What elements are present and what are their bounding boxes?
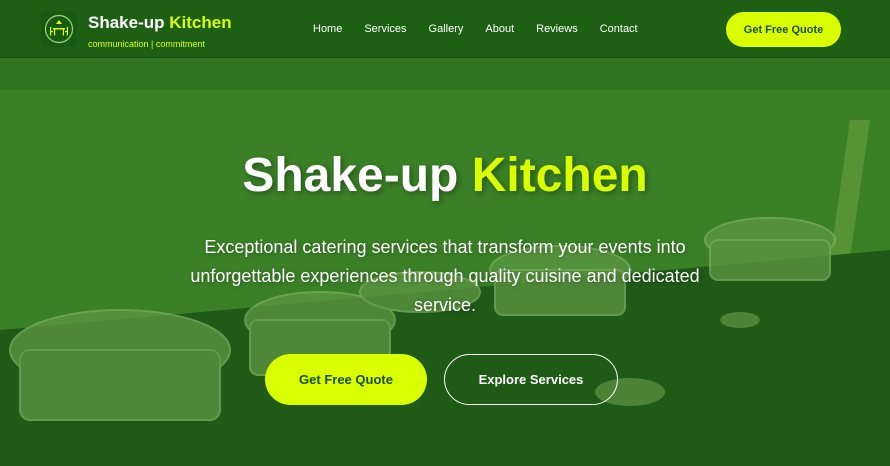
brand-name: Shake-up Kitchen <box>88 13 232 32</box>
nav-gallery[interactable]: Gallery <box>429 22 464 36</box>
nav-contact[interactable]: Contact <box>600 22 638 36</box>
nav-services[interactable]: Services <box>364 22 406 36</box>
site-header: Shake-up Kitchen communication | commitm… <box>0 0 890 58</box>
header-quote-button[interactable]: Get Free Quote <box>726 12 841 47</box>
brand-tagline: communication | commitment <box>88 39 205 49</box>
explore-services-button[interactable]: Explore Services <box>444 354 618 405</box>
nav-home[interactable]: Home <box>313 22 342 36</box>
brand[interactable]: Shake-up Kitchen communication | commitm… <box>41 11 232 49</box>
nav-about[interactable]: About <box>485 22 514 36</box>
dining-table-icon <box>41 11 77 47</box>
main-nav: Home Services Gallery About Reviews Cont… <box>313 22 638 36</box>
hero-description: Exceptional catering services that trans… <box>190 237 700 315</box>
nav-reviews[interactable]: Reviews <box>536 22 578 36</box>
hero-quote-button[interactable]: Get Free Quote <box>265 354 427 405</box>
brand-text: Shake-up Kitchen communication | commitm… <box>88 13 232 49</box>
hero-title: Shake-up Kitchen <box>242 149 648 202</box>
